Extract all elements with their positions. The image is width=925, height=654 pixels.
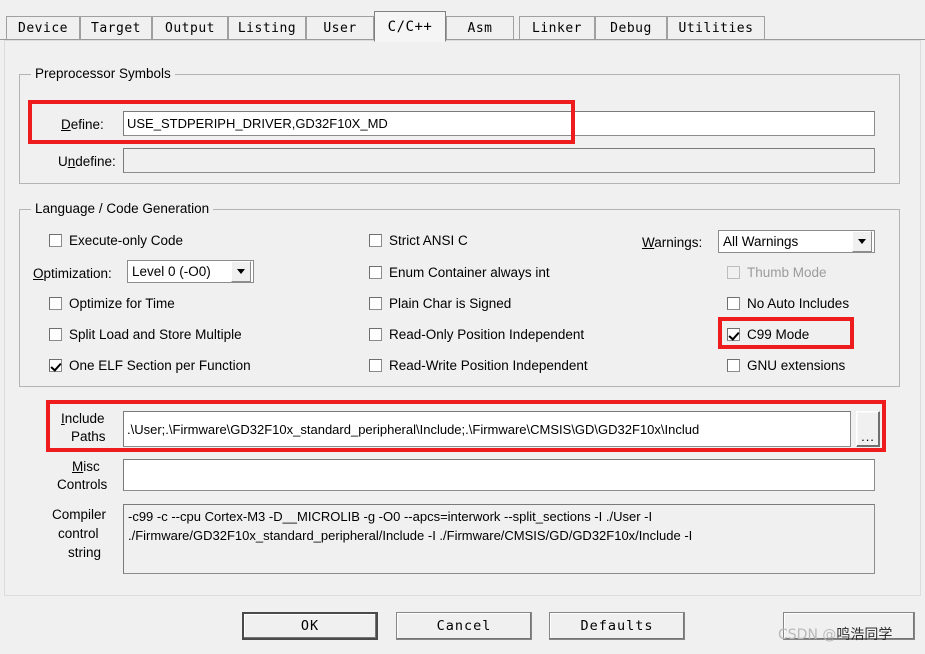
compiler-control-label-line3: string <box>68 545 102 560</box>
execute-only-code-box[interactable] <box>49 234 62 247</box>
tab-utilities[interactable]: Utilities <box>667 16 765 40</box>
optimization-value: Level 0 (-O0) <box>132 264 211 279</box>
strict-ansi-c-label: Strict ANSI C <box>389 233 468 248</box>
execute-only-code-label: Execute-only Code <box>69 233 184 248</box>
compiler-control-label-line1: Compiler <box>52 507 107 522</box>
split-load-store-box[interactable] <box>49 328 62 341</box>
optimize-for-time-box[interactable] <box>49 297 62 310</box>
one-elf-section-label: One ELF Section per Function <box>69 358 251 373</box>
undefine-label: Undefine: <box>58 154 116 169</box>
enum-container-label: Enum Container always int <box>389 265 550 280</box>
watermark-prefix: CSDN @ <box>778 627 837 643</box>
tab-user[interactable]: User <box>306 16 374 40</box>
c-cpp-panel: Preprocessor Symbols Define: USE_STDPERI… <box>4 40 921 596</box>
checkbox-one-elf-section[interactable]: One ELF Section per Function <box>49 358 251 373</box>
misc-controls-input[interactable] <box>123 459 875 491</box>
tab-c-cpp[interactable]: C/C++ <box>374 11 446 42</box>
misc-controls-label-line1: Misc <box>72 459 100 474</box>
thumb-mode-box <box>727 266 740 279</box>
tab-listing-label: Listing <box>237 21 297 36</box>
preprocessor-symbols-title: Preprocessor Symbols <box>31 66 175 81</box>
include-paths-label-line1: Include <box>61 411 105 426</box>
tab-device[interactable]: Device <box>6 16 80 40</box>
include-paths-label-line2: Paths <box>71 429 106 444</box>
chevron-down-icon[interactable] <box>231 261 251 282</box>
tab-linker[interactable]: Linker <box>519 16 595 40</box>
tab-debug-label: Debug <box>610 21 652 36</box>
checkbox-read-write-position-independent[interactable]: Read-Write Position Independent <box>369 358 588 373</box>
plain-char-signed-box[interactable] <box>369 297 382 310</box>
checkbox-execute-only-code[interactable]: Execute-only Code <box>49 233 183 248</box>
read-only-position-independent-label: Read-Only Position Independent <box>389 327 585 342</box>
c99-mode-box[interactable] <box>727 328 740 341</box>
optimization-label: Optimization: <box>33 266 112 281</box>
warnings-label: Warnings: <box>642 235 703 250</box>
gnu-extensions-box[interactable] <box>727 359 740 372</box>
tab-utilities-label: Utilities <box>678 21 754 36</box>
tab-strip: Device Target Output Listing User C/C++ … <box>0 10 925 42</box>
tab-c-cpp-label: C/C++ <box>387 18 433 35</box>
tab-asm-label: Asm <box>467 21 493 36</box>
checkbox-read-only-position-independent[interactable]: Read-Only Position Independent <box>369 327 584 342</box>
strict-ansi-c-box[interactable] <box>369 234 382 247</box>
read-write-position-independent-label: Read-Write Position Independent <box>389 358 588 373</box>
checkbox-enum-container[interactable]: Enum Container always int <box>369 265 550 280</box>
include-paths-input[interactable]: .\User;.\Firmware\GD32F10x_standard_peri… <box>123 411 851 447</box>
undefine-input[interactable] <box>123 148 875 173</box>
ok-button[interactable]: OK <box>242 612 378 640</box>
define-input[interactable]: USE_STDPERIPH_DRIVER,GD32F10X_MD <box>123 111 875 136</box>
options-dialog: Device Target Output Listing User C/C++ … <box>0 0 925 654</box>
chevron-down-icon[interactable] <box>852 231 872 252</box>
tab-debug[interactable]: Debug <box>595 16 667 40</box>
compiler-control-string-input[interactable]: -c99 -c --cpu Cortex-M3 -D__MICROLIB -g … <box>123 504 875 574</box>
plain-char-signed-label: Plain Char is Signed <box>389 296 512 311</box>
tab-output-label: Output <box>165 21 215 36</box>
one-elf-section-box[interactable] <box>49 359 62 372</box>
c99-mode-label: C99 Mode <box>747 327 810 342</box>
tab-user-label: User <box>323 21 357 36</box>
split-load-store-label: Split Load and Store Multiple <box>69 327 242 342</box>
tab-linker-label: Linker <box>532 21 582 36</box>
checkbox-no-auto-includes[interactable]: No Auto Includes <box>727 296 849 311</box>
language-code-generation-title: Language / Code Generation <box>31 201 214 216</box>
checkbox-plain-char-signed[interactable]: Plain Char is Signed <box>369 296 511 311</box>
read-write-position-independent-box[interactable] <box>369 359 382 372</box>
cancel-button[interactable]: Cancel <box>396 612 532 640</box>
optimization-combo[interactable]: Level 0 (-O0) <box>127 260 254 283</box>
tab-target[interactable]: Target <box>80 16 152 40</box>
checkbox-strict-ansi-c[interactable]: Strict ANSI C <box>369 233 468 248</box>
csdn-watermark: CSDN @鸣浩同学 <box>778 624 892 644</box>
warnings-value: All Warnings <box>723 234 799 249</box>
no-auto-includes-label: No Auto Includes <box>747 296 850 311</box>
checkbox-thumb-mode[interactable]: Thumb Mode <box>727 265 827 280</box>
checkbox-gnu-extensions[interactable]: GNU extensions <box>727 358 845 373</box>
thumb-mode-label: Thumb Mode <box>747 265 827 280</box>
no-auto-includes-box[interactable] <box>727 297 740 310</box>
read-only-position-independent-box[interactable] <box>369 328 382 341</box>
checkbox-split-load-store[interactable]: Split Load and Store Multiple <box>49 327 242 342</box>
gnu-extensions-label: GNU extensions <box>747 358 846 373</box>
misc-controls-label-line2: Controls <box>57 477 108 492</box>
tab-listing[interactable]: Listing <box>228 16 306 40</box>
defaults-button[interactable]: Defaults <box>549 612 685 640</box>
define-label: Define: <box>61 117 104 132</box>
checkbox-c99-mode[interactable]: C99 Mode <box>727 327 809 342</box>
tab-device-label: Device <box>18 21 68 36</box>
enum-container-box[interactable] <box>369 266 382 279</box>
checkbox-optimize-for-time[interactable]: Optimize for Time <box>49 296 175 311</box>
tab-output[interactable]: Output <box>152 16 228 40</box>
include-paths-browse-button[interactable]: ... <box>856 411 880 447</box>
tab-target-label: Target <box>91 21 141 36</box>
watermark-name: 鸣浩同学 <box>836 627 893 643</box>
compiler-control-label-line2: control <box>58 526 99 541</box>
warnings-combo[interactable]: All Warnings <box>718 230 875 253</box>
optimize-for-time-label: Optimize for Time <box>69 296 175 311</box>
tab-asm[interactable]: Asm <box>446 16 514 40</box>
